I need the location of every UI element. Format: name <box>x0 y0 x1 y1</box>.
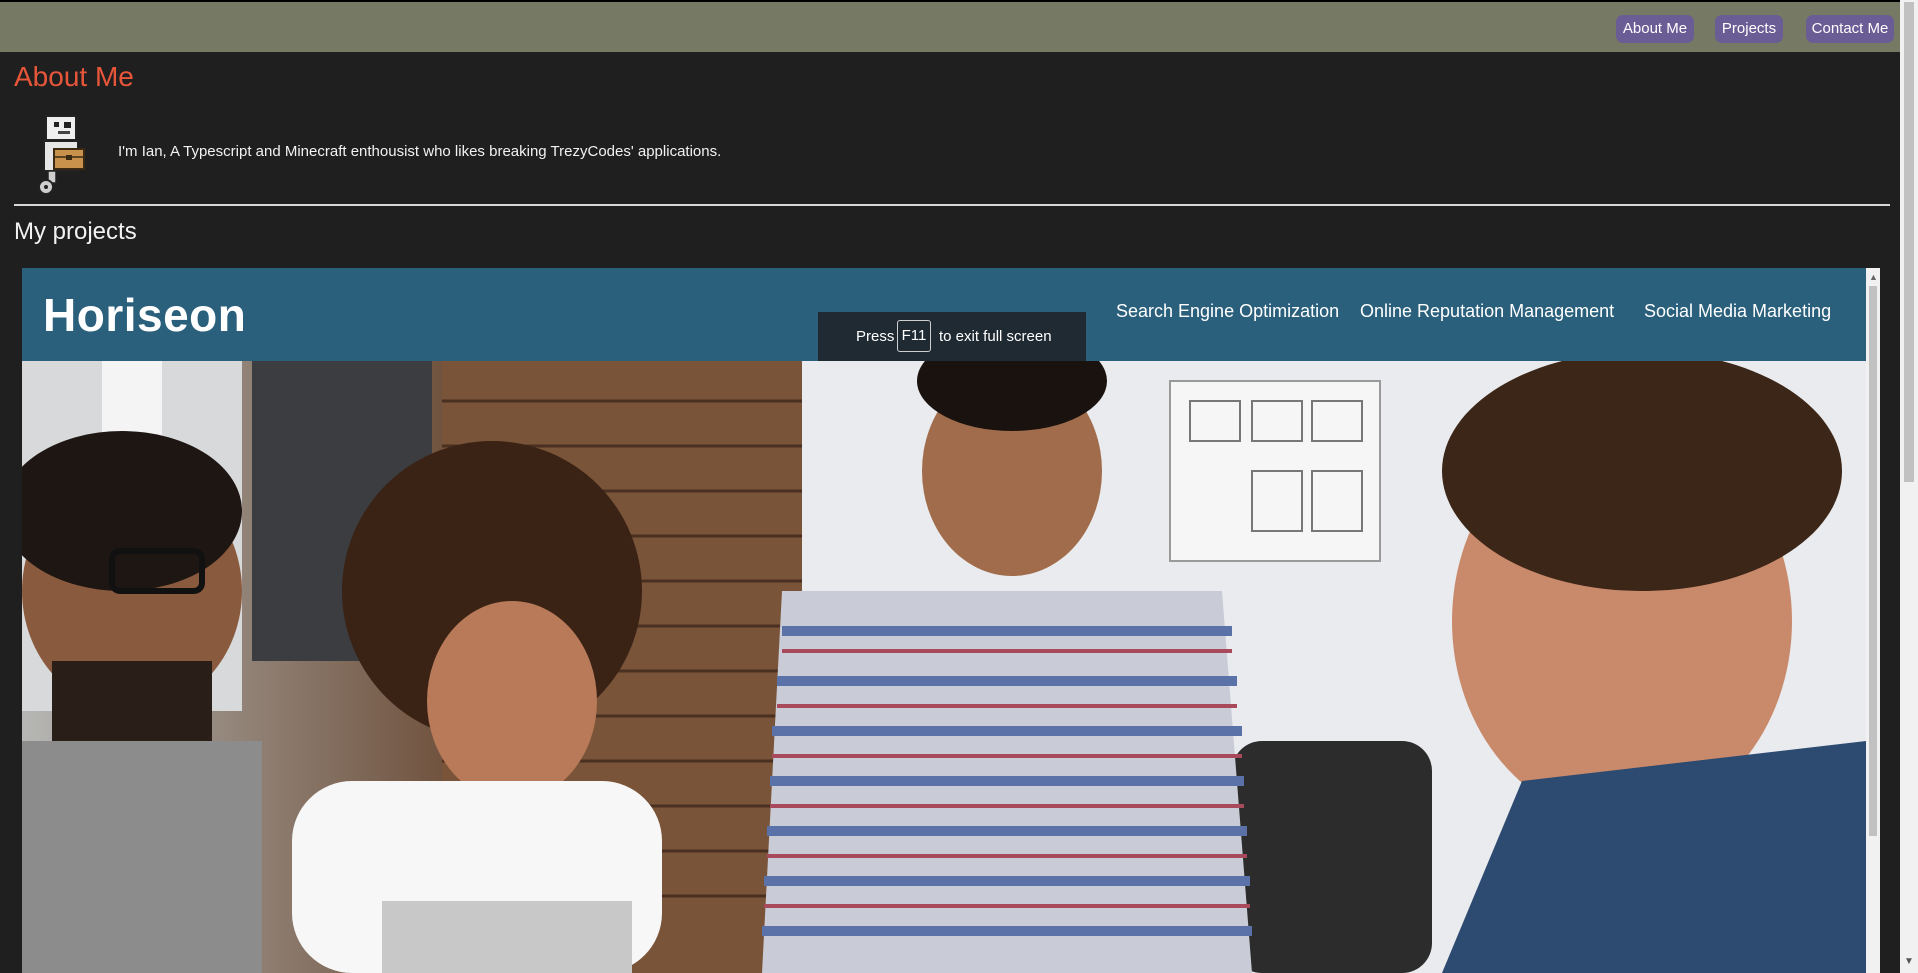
fullscreen-exit-notice: Press F11 to exit full screen <box>818 312 1086 361</box>
embed-nav-seo[interactable]: Search Engine Optimization <box>1116 301 1339 322</box>
nav-projects-button[interactable]: Projects <box>1715 15 1783 43</box>
nav-about-me-button[interactable]: About Me <box>1616 15 1694 43</box>
section-divider <box>14 204 1890 206</box>
scroll-up-arrow-icon[interactable]: ▲ <box>1869 272 1878 282</box>
embed-scrollbar-thumb[interactable] <box>1869 286 1877 836</box>
project-embed-frame[interactable]: Horiseon Search Engine Optimization Onli… <box>22 268 1880 973</box>
page-scrollbar-thumb[interactable] <box>1904 2 1914 482</box>
page-scrollbar[interactable]: ▼ <box>1900 0 1918 973</box>
embed-site-logo[interactable]: Horiseon <box>43 288 246 342</box>
scroll-down-arrow-icon[interactable]: ▼ <box>1904 956 1914 967</box>
nav-contact-me-button[interactable]: Contact Me <box>1806 15 1894 43</box>
fullscreen-notice-press: Press <box>856 328 895 345</box>
fullscreen-notice-suffix: to exit full screen <box>939 328 1052 345</box>
avatar-robot-icon <box>28 113 98 197</box>
embed-site-header: Horiseon Search Engine Optimization Onli… <box>22 268 1866 361</box>
embed-hero-image <box>22 361 1866 973</box>
embed-nav-reputation[interactable]: Online Reputation Management <box>1360 301 1614 322</box>
portfolio-page: About Me Projects Contact Me About Me I'… <box>0 0 1918 973</box>
embed-nav-social-media[interactable]: Social Media Marketing <box>1644 301 1831 322</box>
f11-key-badge: F11 <box>897 320 931 352</box>
about-me-heading: About Me <box>14 61 134 92</box>
embed-scrollbar[interactable]: ▲ <box>1866 268 1880 973</box>
intro-text: I'm Ian, A Typescript and Minecraft enth… <box>118 143 722 160</box>
my-projects-heading: My projects <box>14 218 137 245</box>
top-navbar: About Me Projects Contact Me <box>0 2 1900 52</box>
